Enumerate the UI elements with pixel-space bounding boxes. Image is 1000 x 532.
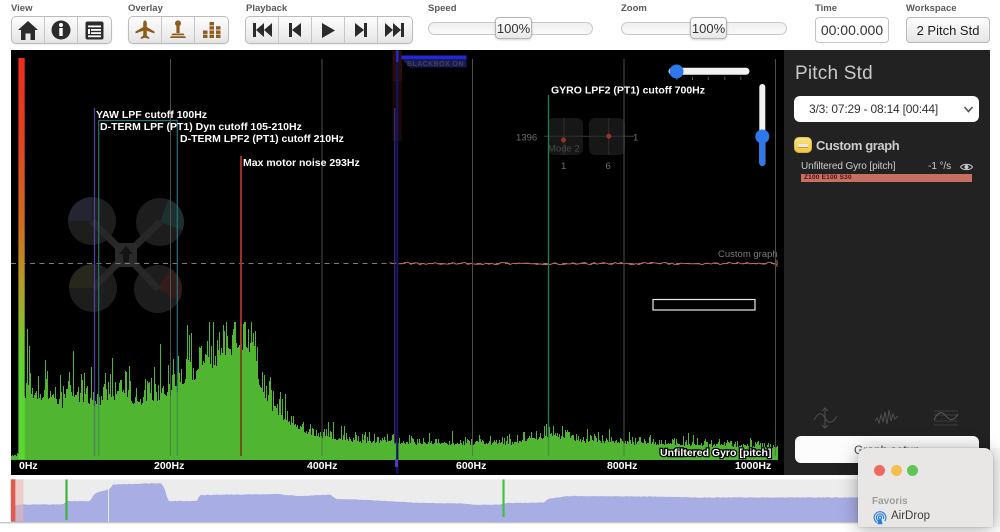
svg-text:1: 1 xyxy=(633,133,638,144)
svg-text:Mode 2: Mode 2 xyxy=(548,144,580,155)
svg-text:D-TERM LPF2 (PT1) cutoff 210Hz: D-TERM LPF2 (PT1) cutoff 210Hz xyxy=(180,133,344,145)
svg-text:1: 1 xyxy=(561,161,566,172)
svg-text:1396: 1396 xyxy=(516,133,537,144)
svg-text:BLACKBOX ON: BLACKBOX ON xyxy=(407,59,464,68)
svg-text:D-TERM LPF (PT1) Dyn cutoff 10: D-TERM LPF (PT1) Dyn cutoff 105-210Hz xyxy=(100,121,302,133)
svg-text:6: 6 xyxy=(606,161,611,172)
svg-text:400Hz: 400Hz xyxy=(307,460,337,472)
svg-text:1000Hz: 1000Hz xyxy=(735,460,771,472)
svg-text:YAW LPF cutoff 100Hz: YAW LPF cutoff 100Hz xyxy=(96,109,207,121)
svg-text:Unfiltered Gyro [pitch]: Unfiltered Gyro [pitch] xyxy=(660,447,771,459)
svg-text:GYRO LPF2 (PT1) cutoff 700Hz: GYRO LPF2 (PT1) cutoff 700Hz xyxy=(551,85,705,97)
svg-text:Custom graph: Custom graph xyxy=(718,249,778,260)
svg-text:200Hz: 200Hz xyxy=(154,460,184,472)
svg-text:800Hz: 800Hz xyxy=(607,460,637,472)
svg-text:0Hz: 0Hz xyxy=(19,460,38,472)
svg-text:Max motor noise 293Hz: Max motor noise 293Hz xyxy=(243,157,360,169)
svg-text:600Hz: 600Hz xyxy=(456,460,486,472)
